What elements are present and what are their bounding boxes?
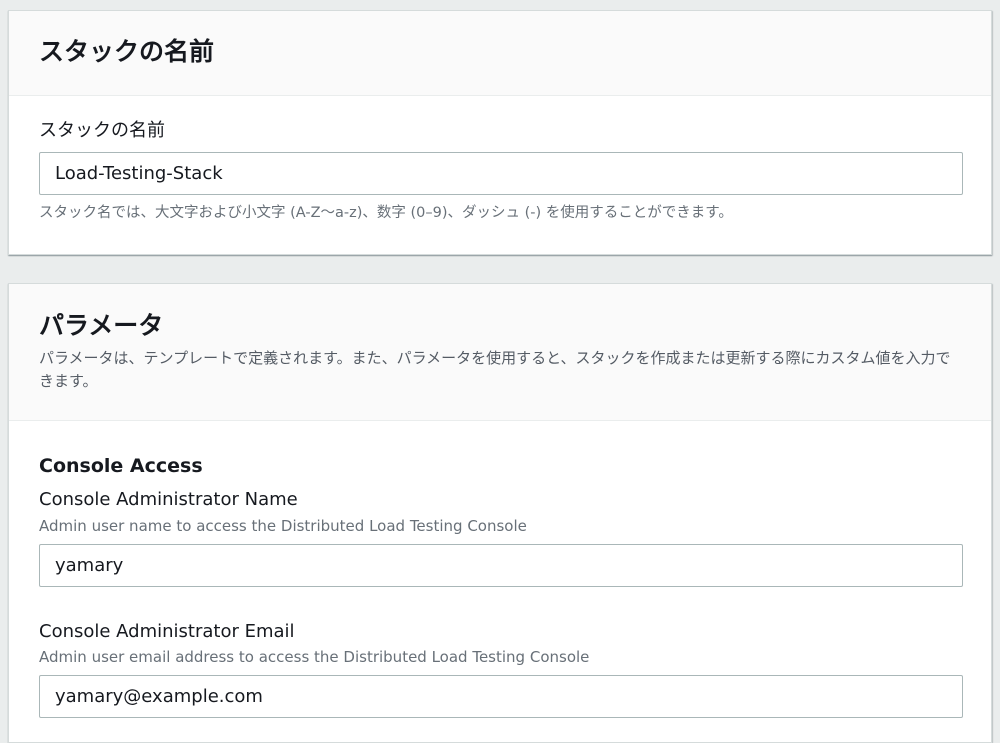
parameters-panel-body: Console Access Console Administrator Nam…: [9, 421, 991, 718]
stack-name-constraint-text: スタック名では、大文字および小文字 (A-Z〜a-z)、数字 (0–9)、ダッシ…: [39, 205, 733, 221]
admin-email-field-group: Console Administrator Email Admin user e…: [39, 620, 963, 718]
admin-name-description: Admin user name to access the Distribute…: [39, 517, 527, 535]
stack-name-panel: スタックの名前 スタックの名前 スタック名では、大文字および小文字 (A-Z〜a…: [8, 10, 992, 255]
parameters-panel: パラメータ パラメータは、テンプレートで定義されます。また、パラメータを使用する…: [8, 283, 992, 743]
admin-email-input[interactable]: [39, 675, 963, 718]
stack-name-panel-title: スタックの名前: [39, 37, 215, 66]
parameters-panel-header: パラメータ パラメータは、テンプレートで定義されます。また、パラメータを使用する…: [9, 284, 991, 421]
stack-name-panel-body: スタックの名前 スタック名では、大文字および小文字 (A-Z〜a-z)、数字 (…: [9, 96, 991, 223]
stack-name-input[interactable]: [39, 152, 963, 195]
admin-email-description: Admin user email address to access the D…: [39, 648, 590, 666]
parameters-panel-title: パラメータ: [39, 311, 164, 340]
admin-name-field-group: Console Administrator Name Admin user na…: [39, 488, 963, 587]
stack-name-panel-header: スタックの名前: [9, 11, 991, 96]
parameters-panel-description: パラメータは、テンプレートで定義されます。また、パラメータを使用すると、スタック…: [39, 349, 951, 390]
admin-name-label: Console Administrator Name: [39, 489, 298, 510]
stack-name-label: スタックの名前: [39, 120, 165, 141]
console-access-heading: Console Access: [39, 455, 203, 477]
admin-name-input[interactable]: [39, 544, 963, 587]
admin-email-label: Console Administrator Email: [39, 621, 295, 642]
